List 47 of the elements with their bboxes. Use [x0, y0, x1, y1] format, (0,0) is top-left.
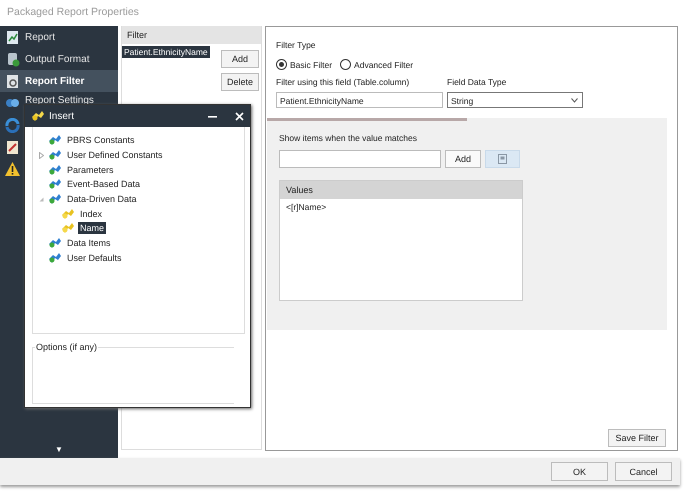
radio-option[interactable]: Basic Filter — [276, 59, 332, 70]
refresh-icon — [5, 118, 20, 132]
document-icon — [5, 140, 20, 154]
tree-item[interactable]: Index — [78, 208, 104, 220]
tree-item[interactable]: Parameters — [65, 164, 116, 176]
warning-icon — [5, 162, 20, 176]
dialog-button[interactable]: OK — [551, 462, 608, 481]
tree-item[interactable]: Data-Driven Data — [65, 193, 139, 206]
table-cell-text: <[r]Name> — [285, 201, 328, 214]
filter-button[interactable]: Delete — [221, 73, 260, 91]
input-field[interactable] — [279, 150, 441, 168]
tree-item[interactable]: PBRS Constants — [65, 134, 137, 146]
field-label: Field Data Type — [447, 77, 506, 87]
dialog-button[interactable]: Cancel — [615, 462, 672, 481]
sidebar-item[interactable]: Report Filter — [0, 70, 118, 92]
filter-button[interactable]: Add — [221, 50, 260, 68]
group-label: Options (if any) — [35, 342, 98, 352]
tree-item[interactable]: User Defaults — [65, 252, 124, 264]
collapse-arrow-icon[interactable] — [39, 196, 44, 202]
tree-item[interactable]: Data Items — [65, 237, 113, 250]
sidebar-item[interactable]: Report — [0, 26, 118, 48]
filter-item[interactable]: Patient.EthnicityName — [122, 46, 210, 58]
radio-option[interactable]: Advanced Filter — [340, 59, 414, 70]
window-title: Packaged Report Properties — [6, 5, 140, 20]
field-label: Show items when the value matches — [279, 133, 418, 143]
scroll-down-icon[interactable]: ▼ — [55, 445, 63, 454]
column-header: Filter — [122, 26, 261, 44]
chevron-icon — [571, 98, 578, 102]
input-field[interactable]: Patient.EthnicityName — [276, 92, 443, 108]
document-icon — [498, 154, 507, 164]
dropdown[interactable]: String — [447, 92, 583, 108]
database-icon — [5, 52, 20, 66]
section-label: Filter Type — [276, 40, 317, 50]
insert-button[interactable] — [485, 150, 520, 168]
add-button[interactable]: Add — [445, 150, 481, 168]
close-icon[interactable] — [235, 112, 244, 120]
document-icon — [5, 74, 20, 88]
tree-item[interactable]: Name — [78, 222, 106, 234]
sidebar-item[interactable]: Output Format — [0, 48, 118, 70]
tree-item[interactable]: Event-Based Data — [65, 178, 142, 190]
field-label: Filter using this field (Table.column) — [276, 77, 410, 87]
expand-arrow-icon[interactable] — [39, 152, 44, 159]
tree-item[interactable]: User Defined Constants — [65, 149, 165, 162]
column-header: Values — [280, 181, 522, 199]
chart-icon — [5, 30, 20, 44]
window-title: Insert — [49, 110, 74, 122]
save-filter-button[interactable]: Save Filter — [608, 429, 666, 447]
